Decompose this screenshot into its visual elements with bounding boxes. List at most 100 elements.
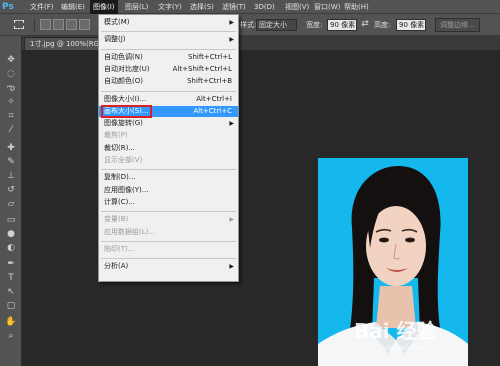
menu-item-10[interactable]: 帮助(H) bbox=[341, 0, 372, 14]
image-menu-item: 裁剪(P) bbox=[99, 130, 238, 141]
image-menu-item[interactable]: 裁切(R)... bbox=[99, 143, 238, 154]
menu-item-label: 变量(B) bbox=[104, 215, 129, 224]
subtract-from-selection-icon[interactable] bbox=[66, 19, 77, 30]
image-menu-item: 显示全部(V) bbox=[99, 155, 238, 166]
menu-item-7[interactable]: 3D(D) bbox=[251, 0, 278, 14]
menu-separator bbox=[101, 48, 236, 50]
menu-item-label: 分析(A) bbox=[104, 262, 129, 271]
menu-item-3[interactable]: 图层(L) bbox=[122, 0, 151, 14]
image-menu-item: 变量(B) ▶ bbox=[99, 214, 238, 225]
menu-item-0[interactable]: 文件(F) bbox=[27, 0, 57, 14]
image-menu-item: 应用数据组(L)... bbox=[99, 227, 238, 238]
new-selection-icon[interactable] bbox=[40, 19, 51, 30]
image-menu-item[interactable]: 复制(D)... bbox=[99, 172, 238, 183]
menu-item-label: 自动色调(N) bbox=[104, 52, 143, 61]
magic-wand-icon[interactable]: ✧ bbox=[3, 96, 19, 109]
image-menu-item[interactable]: 图像旋转(G) ▶ bbox=[99, 118, 238, 129]
clone-stamp-icon[interactable]: ⊥ bbox=[3, 170, 19, 183]
menu-item-label: 显示全部(V) bbox=[104, 156, 143, 164]
menu-item-shortcut: Alt+Ctrl+I bbox=[196, 94, 232, 103]
menu-item-shortcut: Shift+Ctrl+L bbox=[188, 52, 232, 61]
hand-tool-icon[interactable]: ✋ bbox=[3, 316, 19, 329]
pen-tool-icon[interactable]: ✒ bbox=[3, 258, 19, 271]
submenu-arrow-icon: ▶ bbox=[229, 19, 234, 26]
image-menu-item[interactable]: 模式(M) ▶ bbox=[99, 17, 238, 28]
menu-item-6[interactable]: 滤镜(T) bbox=[219, 0, 249, 14]
menu-separator bbox=[101, 258, 236, 260]
width-label: 宽度: bbox=[306, 21, 323, 29]
gradient-tool-icon[interactable]: ▭ bbox=[3, 214, 19, 227]
menu-item-shortcut: Alt+Shift+Ctrl+L bbox=[172, 64, 232, 73]
image-menu-item[interactable]: 图像大小(I)... Alt+Ctrl+I bbox=[99, 94, 238, 105]
eraser-tool-icon[interactable]: ▱ bbox=[3, 198, 19, 211]
brush-tool-icon[interactable]: ✎ bbox=[3, 156, 19, 169]
menu-item-label: 调整(J) bbox=[104, 35, 126, 44]
watermark-subtext: jingyan.baidu.com bbox=[379, 343, 454, 352]
tools-panel: ✥ ◌ ఌ ✧ ⌗ ⁄ ✚ ✎ ⊥ ↺ ▱ ▭ ● ◐ ✒ T ↖ ▢ ✋ ⌕ bbox=[0, 36, 22, 366]
submenu-arrow-icon: ▶ bbox=[229, 216, 234, 224]
baidu-watermark: Bai 经验 jingyan.baidu.com bbox=[350, 316, 490, 356]
photoshop-logo: Ps bbox=[2, 2, 14, 12]
refine-edge-button[interactable]: 调整边缘... bbox=[435, 18, 480, 32]
menu-item-1[interactable]: 编辑(E) bbox=[58, 0, 88, 14]
zoom-tool-icon[interactable]: ⌕ bbox=[3, 330, 19, 343]
menu-separator bbox=[101, 211, 236, 213]
image-menu-item[interactable]: 自动色调(N) Shift+Ctrl+L bbox=[99, 52, 238, 63]
menu-item-4[interactable]: 文字(Y) bbox=[155, 0, 185, 14]
image-menu-item[interactable]: 自动颜色(O) Shift+Ctrl+B bbox=[99, 76, 238, 87]
menu-item-label: 图像大小(I)... bbox=[104, 94, 147, 103]
intersect-selection-icon[interactable] bbox=[79, 19, 90, 30]
menu-item-5[interactable]: 选择(S) bbox=[187, 0, 217, 14]
height-input[interactable]: 90 像素 bbox=[396, 19, 426, 31]
options-bar: 样式: 固定大小 宽度: 90 像素 ⇄ 高度: 90 像素 调整边缘... bbox=[0, 14, 500, 36]
ellipse-marquee-icon[interactable]: ◌ bbox=[3, 68, 19, 81]
menu-separator bbox=[101, 169, 236, 171]
move-tool-icon[interactable]: ✥ bbox=[3, 54, 19, 67]
image-menu-item[interactable]: 分析(A) ▶ bbox=[99, 261, 238, 272]
lasso-tool-icon[interactable]: ఌ bbox=[3, 82, 19, 95]
annotation-highlight-box bbox=[101, 104, 152, 118]
image-menu-item[interactable]: 计算(C)... bbox=[99, 197, 238, 208]
document-tab-bar: 1寸.jpg @ 100%(RGB/8) bbox=[22, 36, 500, 50]
menu-item-2[interactable]: 图像(I) bbox=[90, 0, 118, 14]
history-brush-icon[interactable]: ↺ bbox=[3, 184, 19, 197]
submenu-arrow-icon: ▶ bbox=[229, 36, 234, 44]
menu-item-label: 陷印(T)... bbox=[104, 244, 135, 253]
swap-dimensions-icon[interactable]: ⇄ bbox=[360, 19, 370, 29]
menu-bar: Ps 文件(F) 编辑(E) 图像(I) 图层(L) 文字(Y) 选择(S) 滤镜(T) 3D… bbox=[0, 0, 500, 14]
crop-tool-icon[interactable]: ⌗ bbox=[3, 110, 19, 123]
menu-separator bbox=[101, 240, 236, 242]
image-menu-item[interactable]: 调整(J) ▶ bbox=[99, 34, 238, 45]
image-menu-dropdown: 模式(M) ▶ 调整(J) ▶ 自动色调(N) Shift+Ctrl+L 自动对比度(U) A… bbox=[98, 14, 239, 282]
image-menu-item[interactable]: 应用图像(Y)... bbox=[99, 185, 238, 196]
dodge-tool-icon[interactable]: ◐ bbox=[3, 242, 19, 255]
menu-item-label: 计算(C)... bbox=[104, 197, 136, 206]
healing-brush-icon[interactable]: ✚ bbox=[3, 142, 19, 155]
menu-item-label: 复制(D)... bbox=[104, 173, 136, 182]
baidu-logo-watermark: Bai 经验 jingyan.baidu.com bbox=[354, 319, 454, 352]
menu-item-label: 应用数据组(L)... bbox=[104, 227, 156, 236]
type-tool-icon[interactable]: T bbox=[3, 272, 19, 285]
menu-item-label: 模式(M) bbox=[104, 18, 130, 26]
menu-item-shortcut: Alt+Ctrl+C bbox=[193, 106, 232, 115]
path-selection-icon[interactable]: ↖ bbox=[3, 286, 19, 299]
shape-tool-icon[interactable]: ▢ bbox=[3, 300, 19, 313]
watermark-text: Bai 经验 bbox=[354, 319, 437, 343]
menu-item-label: 应用图像(Y)... bbox=[104, 185, 149, 194]
add-to-selection-icon[interactable] bbox=[53, 19, 64, 30]
rectangular-marquee-icon[interactable] bbox=[14, 20, 24, 29]
style-select[interactable]: 固定大小 bbox=[256, 19, 297, 31]
submenu-arrow-icon: ▶ bbox=[229, 263, 234, 271]
menu-item-label: 自动颜色(O) bbox=[104, 77, 143, 86]
eyedropper-icon[interactable]: ⁄ bbox=[3, 124, 19, 137]
image-menu-item: 陷印(T)... bbox=[99, 244, 238, 255]
image-menu-item[interactable]: 画布大小(S)... Alt+Ctrl+C bbox=[99, 104, 238, 118]
image-menu-item[interactable]: 自动对比度(U) Alt+Shift+Ctrl+L bbox=[99, 64, 238, 75]
menu-item-label: 裁剪(P) bbox=[104, 131, 128, 140]
menu-item-8[interactable]: 视图(V) bbox=[282, 0, 312, 14]
width-input[interactable]: 90 像素 bbox=[327, 19, 357, 31]
menu-item-9[interactable]: 窗口(W) bbox=[311, 0, 343, 14]
divider bbox=[34, 18, 35, 32]
menu-item-label: 裁切(R)... bbox=[104, 143, 136, 152]
blur-tool-icon[interactable]: ● bbox=[3, 228, 19, 241]
